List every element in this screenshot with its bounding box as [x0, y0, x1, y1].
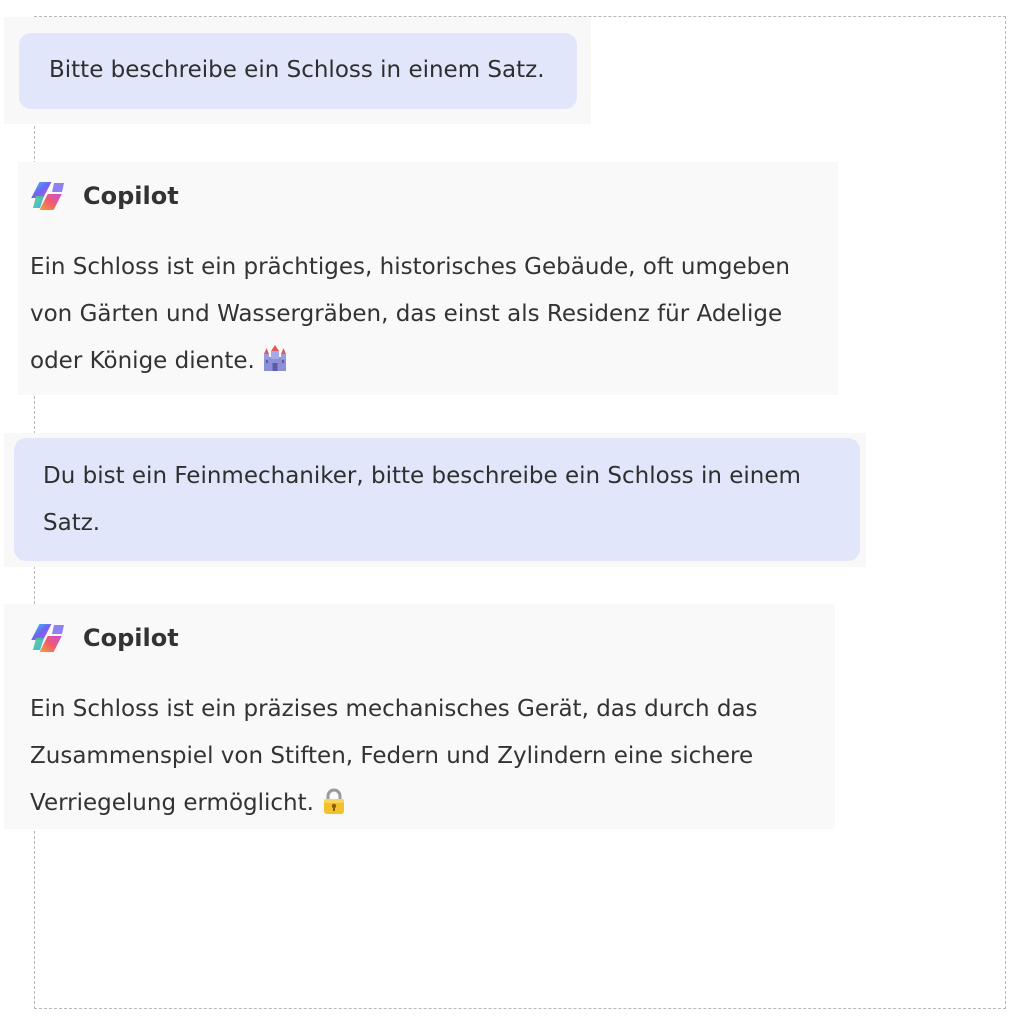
lock-icon [320, 787, 348, 815]
user-message-container: Du bist ein Feinmechaniker, bitte beschr… [4, 433, 866, 567]
user-message-bubble: Du bist ein Feinmechaniker, bitte beschr… [14, 438, 860, 561]
assistant-header: Copilot [30, 620, 179, 656]
user-message-bubble: Bitte beschreibe ein Schloss in einem Sa… [19, 33, 577, 109]
assistant-name: Copilot [83, 624, 179, 652]
castle-icon [261, 344, 289, 373]
assistant-message-card: Copilot Ein Schloss ist ein prächtiges, … [18, 162, 838, 395]
assistant-message-card: Copilot Ein Schloss ist ein präzises mec… [4, 604, 835, 829]
assistant-name: Copilot [83, 182, 179, 210]
copilot-logo-icon [30, 620, 68, 656]
copilot-logo-icon [30, 178, 68, 214]
assistant-message-text-container: Ein Schloss ist ein präzises mechanische… [30, 686, 830, 827]
assistant-message-text-container: Ein Schloss ist ein prächtiges, historis… [30, 244, 830, 385]
user-message-text: Du bist ein Feinmechaniker, bitte beschr… [43, 463, 801, 536]
assistant-header: Copilot [30, 178, 179, 214]
assistant-message-text: Ein Schloss ist ein prächtiges, historis… [30, 254, 790, 374]
assistant-message-text: Ein Schloss ist ein präzises mechanische… [30, 696, 758, 816]
user-message-text: Bitte beschreibe ein Schloss in einem Sa… [49, 57, 545, 83]
user-message-container: Bitte beschreibe ein Schloss in einem Sa… [4, 17, 591, 124]
